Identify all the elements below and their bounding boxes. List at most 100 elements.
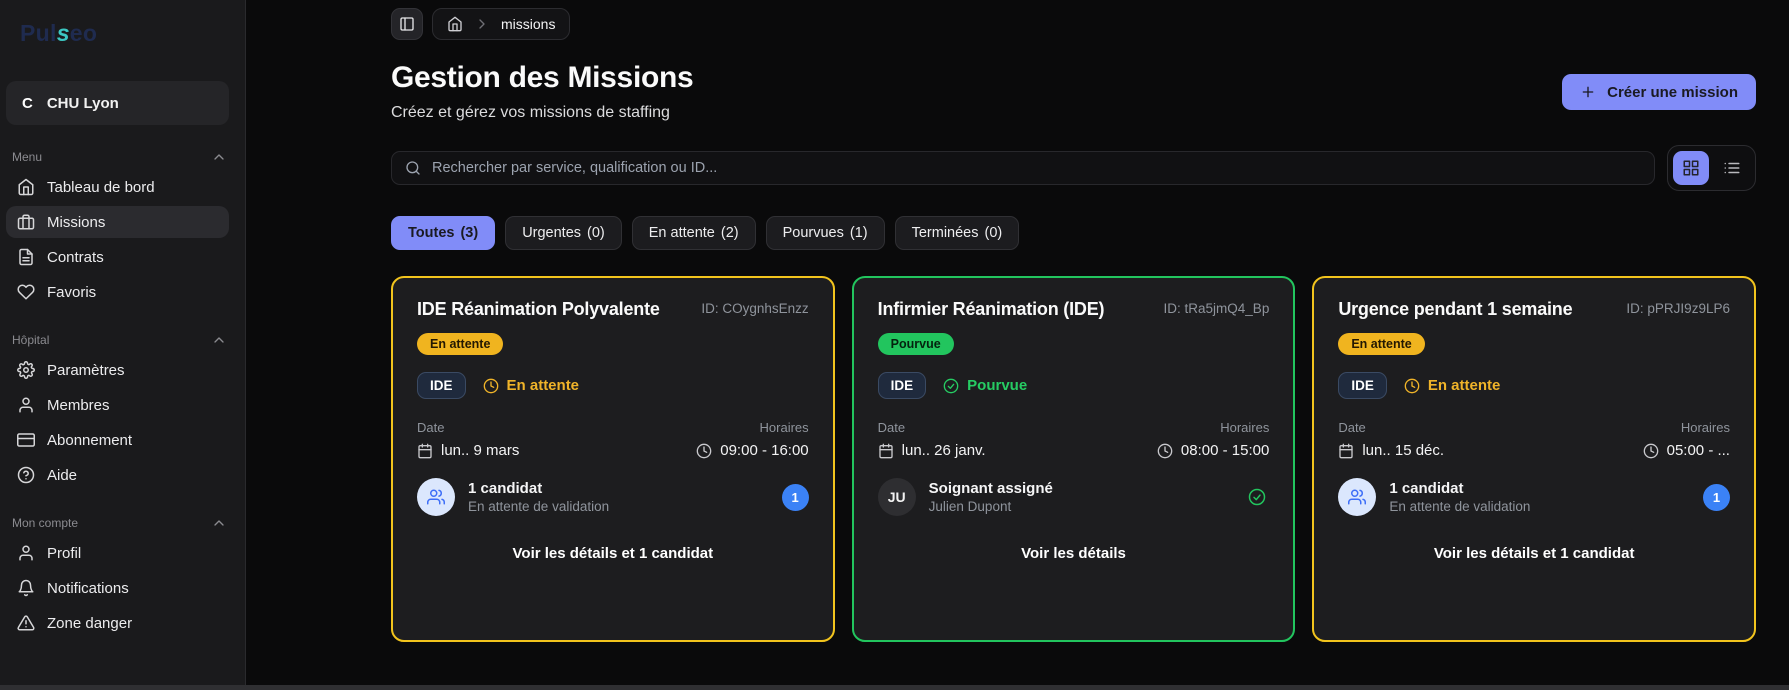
calendar-icon (1339, 443, 1353, 458)
date-label: Date (417, 420, 445, 435)
briefcase-icon (17, 214, 35, 230)
assignee-name: Julien Dupont (928, 499, 1012, 514)
candidate-row: 1 candidat En attente de validation 1 (1338, 478, 1730, 516)
gear-icon (17, 361, 35, 379)
chevron-up-icon (214, 154, 224, 160)
sidebar-section-mon-compte[interactable]: Mon compte (12, 515, 227, 531)
page-subtitle: Créez et gérez vos missions de staffing (391, 104, 670, 121)
view-details-link[interactable]: Voir les détails et 1 candidat (513, 545, 714, 562)
view-details-link[interactable]: Voir les détails (1021, 545, 1126, 562)
sidebar-item-label: Zone danger (47, 614, 133, 632)
hours-value: 09:00 - 16:00 (696, 442, 809, 459)
candidate-row: 1 candidat En attente de validation 1 (417, 478, 809, 516)
date-label: Date (1338, 420, 1366, 435)
warning-triangle-icon (17, 615, 35, 631)
sidebar-item-abonnement[interactable]: Abonnement (6, 424, 229, 456)
filter-toutes[interactable]: Toutes (3) (391, 216, 496, 250)
view-details-link[interactable]: Voir les détails et 1 candidat (1434, 545, 1635, 562)
sidebar-section-menu[interactable]: Menu (12, 149, 227, 165)
check-circle-icon (943, 378, 959, 393)
clock-icon (1157, 443, 1173, 458)
pulseo-logo: Pulseo (20, 20, 98, 46)
sidebar-item-zone-danger[interactable]: Zone danger (6, 607, 229, 639)
sidebar-item-profil[interactable]: Profil (6, 537, 229, 569)
mission-id: ID: tRa5jmQ4_Bp (1163, 301, 1270, 316)
sidebar-section-hopital[interactable]: Hôpital (12, 332, 227, 348)
sidebar-item-label: Notifications (47, 579, 129, 597)
qualification-chip: IDE (417, 372, 466, 399)
sidebar-item-membres[interactable]: Membres (6, 389, 229, 421)
candidates-avatar (1338, 478, 1377, 516)
page-header: Gestion des Missions Créez et gérez vos … (391, 61, 1756, 122)
hours-label: Horaires (759, 420, 809, 435)
filter-terminees[interactable]: Terminées (0) (894, 216, 1020, 250)
home-icon (18, 178, 34, 196)
sidebar-item-label: Contrats (47, 248, 104, 266)
sidebar-item-notifications[interactable]: Notifications (6, 572, 229, 604)
sidebar-item-aide[interactable]: Aide (6, 459, 229, 491)
users-icon (427, 489, 445, 505)
calendar-icon (418, 443, 432, 458)
filter-urgentes[interactable]: Urgentes (0) (505, 216, 622, 250)
sidebar-item-contrats[interactable]: Contrats (6, 241, 229, 273)
mission-cards-grid: IDE Réanimation Polyvalente ID: COygnhsE… (391, 276, 1756, 642)
status-badge: En attente (417, 333, 504, 355)
users-icon (1348, 489, 1367, 505)
candidate-count-badge: 1 (1702, 483, 1730, 511)
home-icon[interactable] (447, 16, 463, 32)
assigned-check-icon (1244, 485, 1269, 510)
sidebar-item-label: Favoris (47, 283, 97, 301)
assignee-title: Soignant assigné (928, 480, 1053, 497)
app-window: Pulseo C CHU Lyon Menu Tableau de bord M… (0, 0, 1789, 690)
sidebar-item-tableau-de-bord[interactable]: Tableau de bord (6, 171, 229, 203)
candidate-title: 1 candidat (468, 480, 543, 497)
mission-card-2[interactable]: Infirmier Réanimation (IDE) ID: tRa5jmQ4… (851, 276, 1296, 642)
candidate-count-badge: 1 (781, 483, 809, 511)
sidebar-item-favoris[interactable]: Favoris (6, 276, 229, 308)
mission-card-3[interactable]: Urgence pendant 1 semaine ID: pPRJI9z9LP… (1312, 276, 1756, 642)
search-row (391, 145, 1756, 191)
search-input[interactable] (432, 160, 1641, 176)
create-mission-button[interactable]: Créer une mission (1562, 74, 1756, 110)
clock-icon (696, 443, 712, 458)
pulse-s-glyph: s (56, 20, 70, 46)
chevron-up-icon (214, 337, 224, 343)
date-label: Date (877, 420, 906, 435)
filter-pourvues[interactable]: Pourvues (1) (765, 216, 885, 250)
horizontal-scrollbar[interactable] (0, 685, 1789, 690)
hours-label: Horaires (1220, 420, 1270, 435)
hours-value: 05:00 - ... (1643, 442, 1730, 459)
filter-en-attente[interactable]: En attente (2) (631, 216, 756, 250)
org-name: CHU Lyon (46, 94, 119, 112)
sidebar-item-missions[interactable]: Missions (6, 206, 229, 238)
chevron-up-icon (214, 520, 224, 526)
grid-view-button[interactable] (1673, 151, 1709, 185)
mission-card-1[interactable]: IDE Réanimation Polyvalente ID: COygnhsE… (391, 276, 835, 642)
mission-title: Infirmier Réanimation (IDE) (877, 299, 1105, 319)
heart-icon (17, 284, 35, 300)
user-icon (19, 545, 33, 561)
list-view-button[interactable] (1714, 151, 1750, 185)
view-toggle (1667, 145, 1756, 191)
candidate-subtitle: En attente de validation (468, 499, 610, 514)
date-value: lun.. 15 déc. (1338, 442, 1444, 459)
calendar-icon (878, 443, 893, 458)
page-title: Gestion des Missions (391, 61, 694, 94)
hours-label: Horaires (1680, 420, 1730, 435)
sidebar-item-label: Tableau de bord (47, 178, 155, 196)
sidebar-item-parametres[interactable]: Paramètres (6, 354, 229, 386)
org-selector[interactable]: C CHU Lyon (6, 81, 229, 125)
topbar: missions (391, 8, 1756, 40)
sidebar-item-label: Aide (47, 466, 78, 484)
grid-icon (1683, 160, 1699, 176)
mission-title: IDE Réanimation Polyvalente (417, 299, 660, 319)
sidebar-item-label: Abonnement (47, 431, 133, 449)
candidate-subtitle: En attente de validation (1389, 499, 1531, 514)
org-avatar: C (22, 94, 33, 112)
help-circle-icon (17, 466, 35, 484)
sidebar-toggle-button[interactable] (391, 8, 423, 40)
chevron-right-icon (479, 19, 485, 29)
sidebar: Pulseo C CHU Lyon Menu Tableau de bord M… (0, 0, 246, 690)
candidates-avatar (417, 478, 455, 516)
clock-icon (1404, 378, 1420, 393)
